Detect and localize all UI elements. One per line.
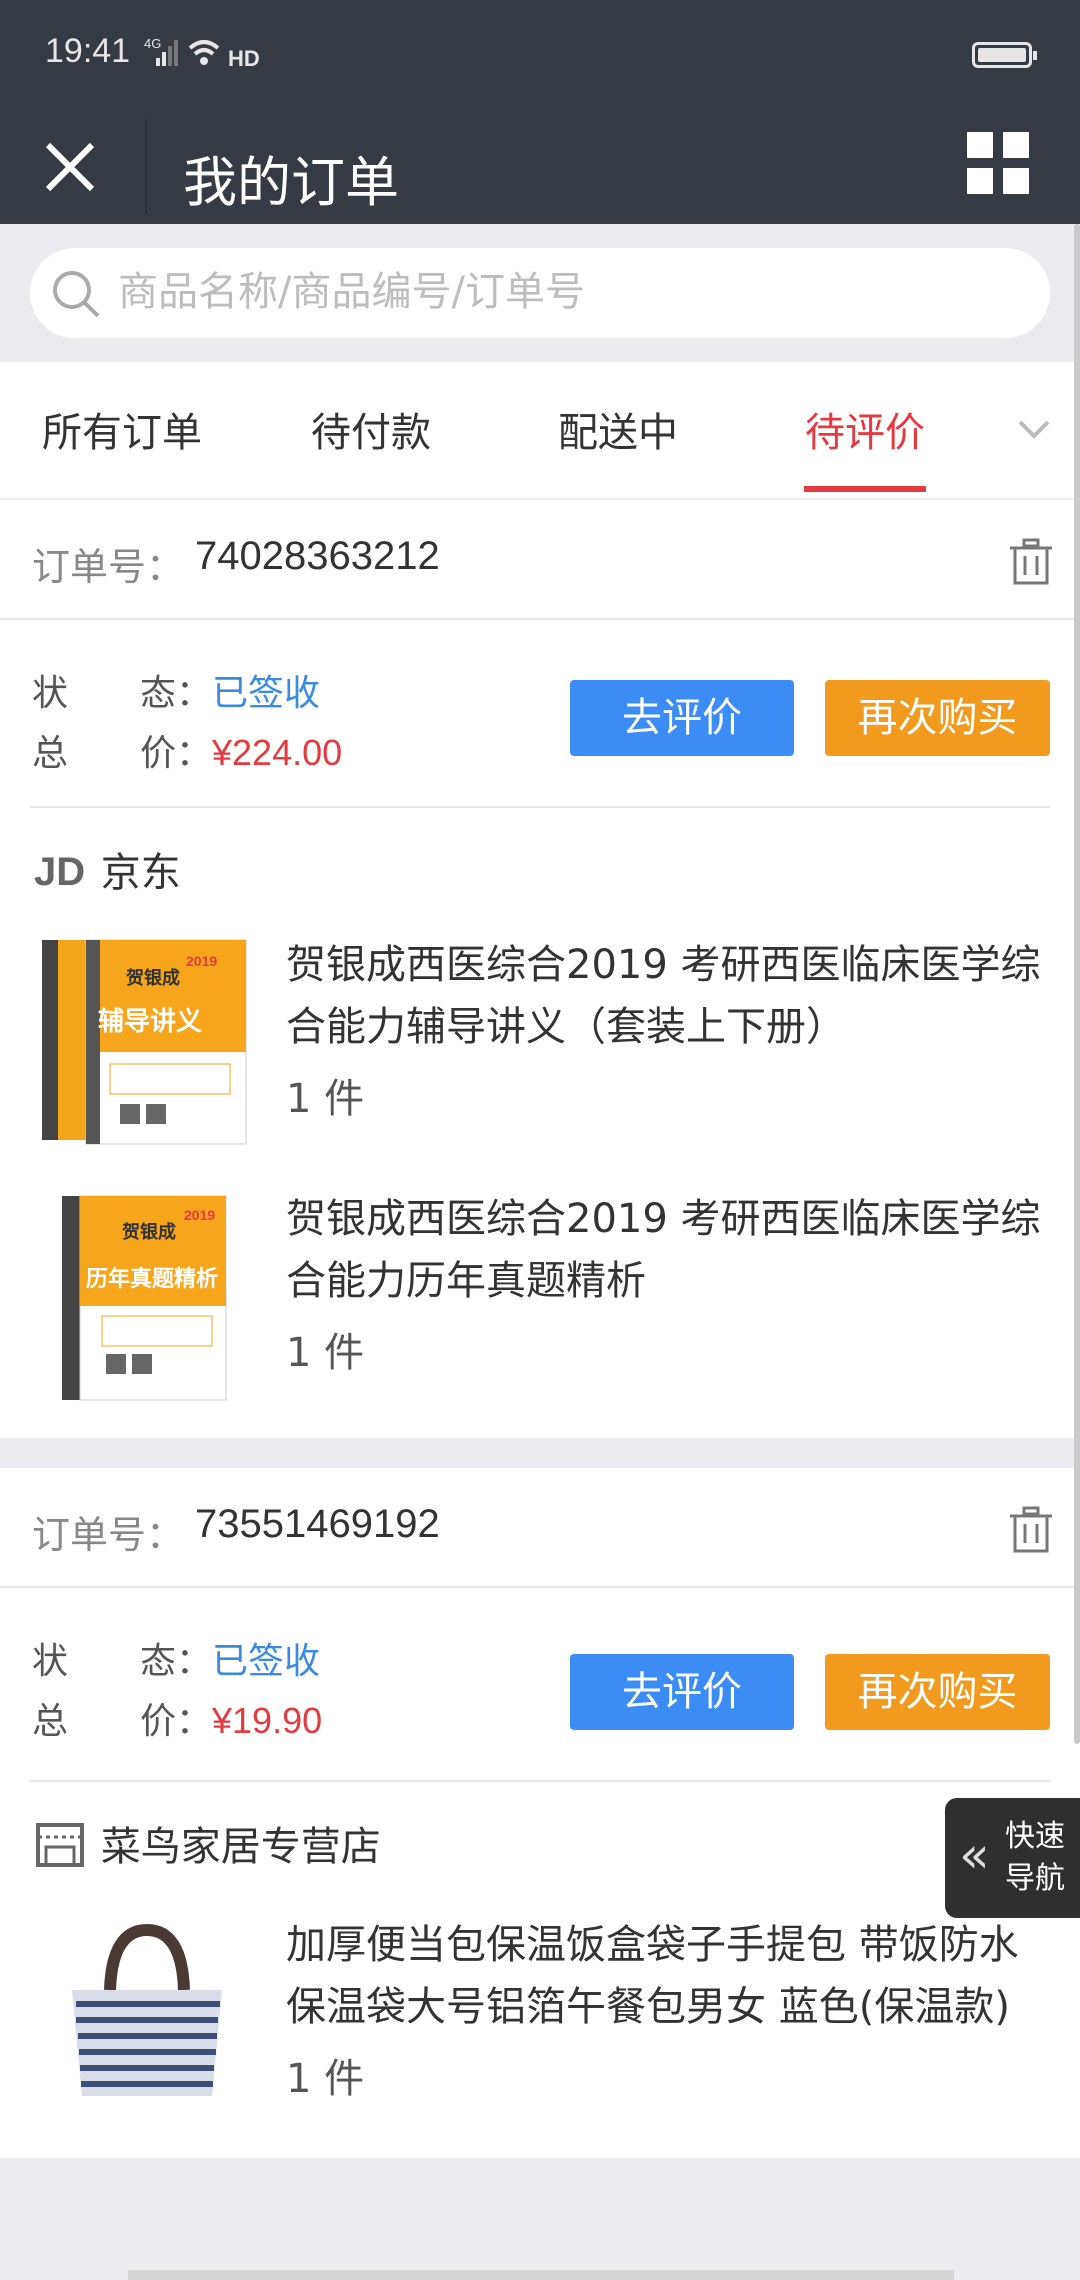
- active-tab-indicator: [804, 486, 926, 492]
- order-card: 订单号： 74028363212 状 态：已签收 总 价：¥224.00 去评价…: [0, 500, 1080, 1438]
- svg-text:2019: 2019: [186, 953, 217, 969]
- bottom-edge: [128, 2270, 954, 2280]
- total-label: 总 价：: [32, 1701, 213, 1742]
- order-number-label: 订单号：: [32, 545, 185, 589]
- buy-again-button[interactable]: 再次购买: [825, 680, 1050, 756]
- search-input[interactable]: [118, 262, 1018, 322]
- page-title: 我的订单: [183, 151, 399, 214]
- order-status-row: 状 态：已签收: [32, 1632, 320, 1684]
- status-value: 已签收: [212, 1641, 321, 1682]
- quick-nav-button[interactable]: « 快速 导航: [945, 1798, 1080, 1918]
- order-status-row: 状 态：已签收: [32, 664, 320, 716]
- search-icon: [53, 271, 100, 318]
- signal-icon: 4G HD: [142, 34, 262, 80]
- svg-text:JD: JD: [34, 850, 85, 894]
- product-quantity: 1 件: [286, 1330, 365, 1376]
- store-header[interactable]: JD 京东: [32, 840, 181, 905]
- product-image[interactable]: 2019 贺银成 历年真题精析: [56, 1190, 230, 1408]
- close-icon: [45, 142, 95, 192]
- divider: [30, 1780, 1050, 1782]
- tab-shipping[interactable]: 配送中: [558, 400, 678, 458]
- tabs-more-button[interactable]: [1016, 414, 1052, 444]
- trash-icon: [1010, 538, 1052, 585]
- store-icon: [32, 1819, 88, 1879]
- chevron-down-icon: [1018, 420, 1050, 439]
- product-image[interactable]: 2019 贺银成 辅导讲义: [36, 934, 250, 1156]
- menu-grid-button[interactable]: [963, 120, 1033, 210]
- order-total-row: 总 价：¥19.90: [32, 1692, 322, 1744]
- search-bar: [0, 224, 1080, 362]
- tab-pending-review[interactable]: 待评价: [805, 400, 925, 458]
- delete-order-button[interactable]: [1008, 1506, 1054, 1554]
- status-time: 19:41: [45, 32, 131, 70]
- status-bar: 19:41 4G HD: [0, 0, 1080, 110]
- order-tabs: 所有订单 待付款 配送中 待评价: [0, 362, 1080, 498]
- search-box[interactable]: [30, 248, 1050, 338]
- svg-text:贺银成: 贺银成: [121, 1221, 176, 1243]
- grid-icon: [967, 132, 1029, 194]
- svg-text:4G: 4G: [144, 36, 161, 51]
- product-image[interactable]: [62, 1920, 232, 2104]
- order-header: 订单号： 73551469192: [0, 1468, 1080, 1588]
- trash-icon: [1010, 1506, 1052, 1553]
- buy-again-button[interactable]: 再次购买: [825, 1654, 1050, 1730]
- store-header[interactable]: 菜鸟家居专营店: [32, 1814, 381, 1879]
- product-title[interactable]: 贺银成西医综合2019 考研西医临床医学综合能力历年真题精析: [286, 1188, 1046, 1312]
- order-number: 73551469192: [195, 1502, 440, 1546]
- review-button[interactable]: 去评价: [570, 680, 794, 756]
- svg-text:2019: 2019: [184, 1207, 215, 1223]
- total-value: ¥19.90: [212, 1700, 323, 1741]
- divider: [30, 806, 1050, 808]
- order-card: 订单号： 73551469192 状 态：已签收 总 价：¥19.90 去评价 …: [0, 1468, 1080, 2158]
- title-bar: 我的订单: [0, 110, 1080, 224]
- svg-text:辅导讲义: 辅导讲义: [98, 1007, 202, 1037]
- order-number-label: 订单号：: [32, 1513, 185, 1557]
- order-total-row: 总 价：¥224.00: [32, 724, 342, 776]
- total-value: ¥224.00: [212, 732, 343, 773]
- quick-nav-label: 快速 导航: [1005, 1819, 1065, 1896]
- store-name: 菜鸟家居专营店: [100, 1824, 381, 1870]
- jd-logo-icon: JD: [32, 845, 88, 905]
- order-number: 74028363212: [195, 534, 440, 578]
- delete-order-button[interactable]: [1008, 538, 1054, 586]
- close-button[interactable]: [40, 127, 104, 207]
- status-value: 已签收: [212, 673, 321, 714]
- battery-icon: [972, 42, 1037, 68]
- svg-text:HD: HD: [228, 46, 260, 71]
- status-label: 状 态：: [32, 673, 213, 714]
- store-name: 京东: [100, 850, 181, 896]
- double-chevron-left-icon: «: [959, 1826, 990, 1884]
- product-title[interactable]: 贺银成西医综合2019 考研西医临床医学综合能力辅导讲义（套装上下册）: [286, 934, 1046, 1058]
- total-label: 总 价：: [32, 733, 213, 774]
- product-title[interactable]: 加厚便当包保温饭盒袋子手提包 带饭防水保温袋大号铝箔午餐包男女 蓝色(保温款): [286, 1914, 1046, 2038]
- review-button[interactable]: 去评价: [570, 1654, 794, 1730]
- tab-pending-payment[interactable]: 待付款: [311, 400, 431, 458]
- order-header: 订单号： 74028363212: [0, 500, 1080, 620]
- scrollbar[interactable]: [1074, 224, 1080, 1744]
- product-quantity: 1 件: [286, 1076, 365, 1122]
- product-quantity: 1 件: [286, 2056, 365, 2102]
- tab-all-orders[interactable]: 所有订单: [42, 400, 202, 458]
- status-label: 状 态：: [32, 1641, 213, 1682]
- svg-text:贺银成: 贺银成: [125, 967, 180, 989]
- svg-text:历年真题精析: 历年真题精析: [86, 1266, 218, 1292]
- title-divider: [145, 118, 147, 214]
